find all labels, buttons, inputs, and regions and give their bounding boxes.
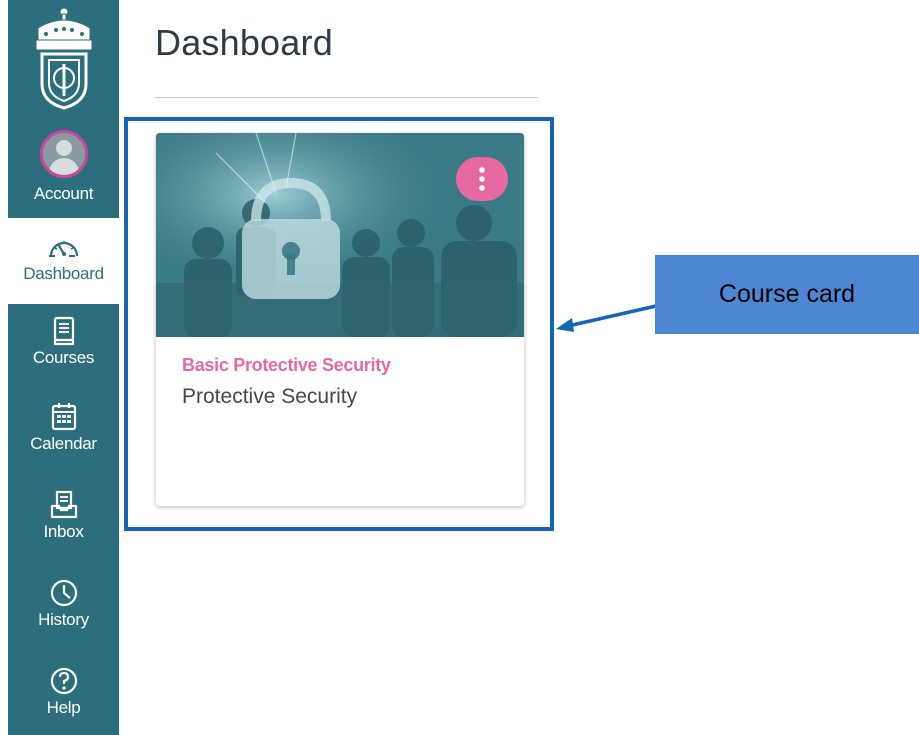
sidebar-item-label: Account [33,184,94,203]
callout-label: Course card [655,255,919,334]
sidebar-item-label: Help [46,698,81,717]
kebab-menu-icon [479,167,485,191]
sidebar-item-label: Inbox [43,522,84,541]
course-card-image[interactable] [156,133,524,337]
course-card[interactable]: Basic Protective Security Protective Sec… [156,133,524,506]
sidebar-item-label: Calendar [30,434,97,453]
sidebar-item-inbox[interactable]: Inbox [8,478,119,566]
calendar-icon [50,400,78,434]
course-card-subtitle: Protective Security [182,385,358,408]
sidebar-item-history[interactable]: History [8,566,119,654]
sidebar-item-calendar[interactable]: Calendar [8,390,119,478]
sidebar-item-help[interactable]: Help [8,654,119,735]
page: Account Dashboard Courses Calendar Inbox… [0,0,919,735]
book-icon [51,314,77,348]
sidebar-item-label: History [38,610,89,629]
course-card-options-button[interactable] [456,157,508,201]
avatar [39,130,88,178]
sidebar-item-dashboard[interactable]: Dashboard [8,218,119,304]
inbox-icon [50,488,78,522]
sidebar-item-account[interactable]: Account [8,120,119,218]
sidebar-item-label: Dashboard [23,264,104,283]
sidebar-item-courses[interactable]: Courses [8,304,119,390]
global-navigation: Account Dashboard Courses Calendar Inbox… [8,0,119,735]
callout-arrow-icon [556,304,657,332]
sidebar-item-label: Courses [32,348,95,367]
crown-logo-icon[interactable] [8,0,119,114]
course-card-title[interactable]: Basic Protective Security [182,355,391,376]
title-divider [155,97,538,98]
question-icon [49,664,79,698]
speedometer-icon [47,230,81,264]
page-title: Dashboard [155,22,333,63]
clock-icon [49,576,79,610]
